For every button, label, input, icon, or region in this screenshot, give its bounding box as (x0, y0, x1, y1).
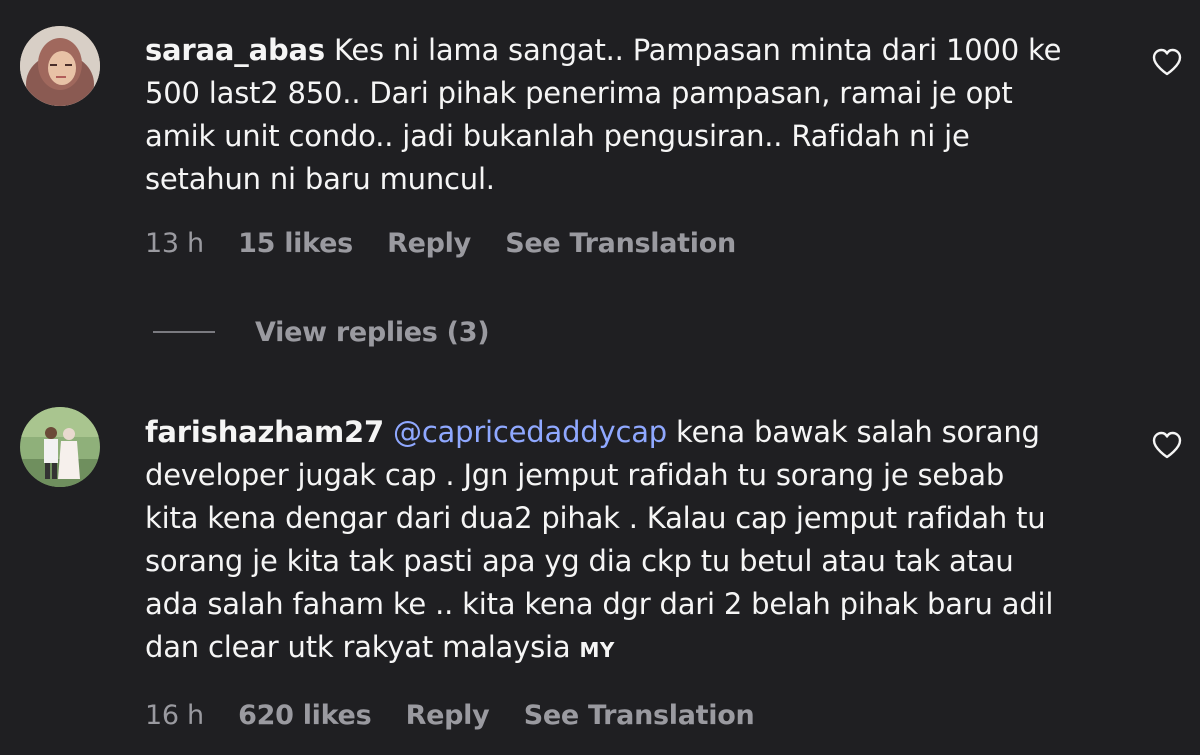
comment-line: sorang je kita tak pasti apa yg dia ckp … (145, 544, 1014, 578)
mention-link[interactable]: @capricedaddycap (393, 415, 667, 449)
comment-line: ada salah faham ke .. kita kena dgr dari… (145, 587, 1054, 621)
replies-divider (153, 331, 215, 333)
heart-outline-icon[interactable] (1152, 48, 1182, 76)
comment-meta: 13 h 15 likes Reply See Translation (145, 228, 762, 259)
comment-text: farishazham27 @capricedaddycap kena bawa… (145, 411, 1125, 672)
comment-line: kena bawak salah sorang (676, 415, 1040, 449)
view-replies-button[interactable]: View replies (3) (153, 310, 490, 354)
comment-line: kita kena dengar dari dua2 pihak . Kalau… (145, 501, 1046, 535)
heart-outline-icon[interactable] (1152, 431, 1182, 459)
comment-line: dan clear utk rakyat malaysia (145, 630, 571, 664)
avatar[interactable] (20, 26, 100, 106)
likes-count[interactable]: 620 likes (238, 700, 371, 731)
comment-line: 500 last2 850.. Dari pihak penerima pamp… (145, 76, 1013, 110)
timestamp: 16 h (145, 700, 204, 731)
likes-count[interactable]: 15 likes (238, 228, 353, 259)
comment-meta: 16 h 620 likes Reply See Translation (145, 700, 780, 731)
comment-line: Kes ni lama sangat.. Pampasan minta dari… (333, 33, 1062, 67)
comment-line: setahun ni baru muncul. (145, 162, 495, 196)
username[interactable]: saraa_abas (145, 33, 325, 67)
see-translation-button[interactable]: See Translation (505, 228, 736, 259)
comment-line: amik unit condo.. jadi bukanlah pengusir… (145, 119, 970, 153)
comment-text: saraa_abas Kes ni lama sangat.. Pampasan… (145, 29, 1125, 201)
comment-line: developer jugak cap . Jgn jemput rafidah… (145, 458, 1005, 492)
reply-button[interactable]: Reply (406, 700, 490, 731)
reply-button[interactable]: Reply (387, 228, 471, 259)
view-replies-label: View replies (3) (255, 316, 490, 348)
timestamp: 13 h (145, 228, 204, 259)
username[interactable]: farishazham27 (145, 415, 384, 449)
flag-my: MY (579, 638, 615, 662)
avatar[interactable] (20, 407, 100, 487)
see-translation-button[interactable]: See Translation (524, 700, 755, 731)
